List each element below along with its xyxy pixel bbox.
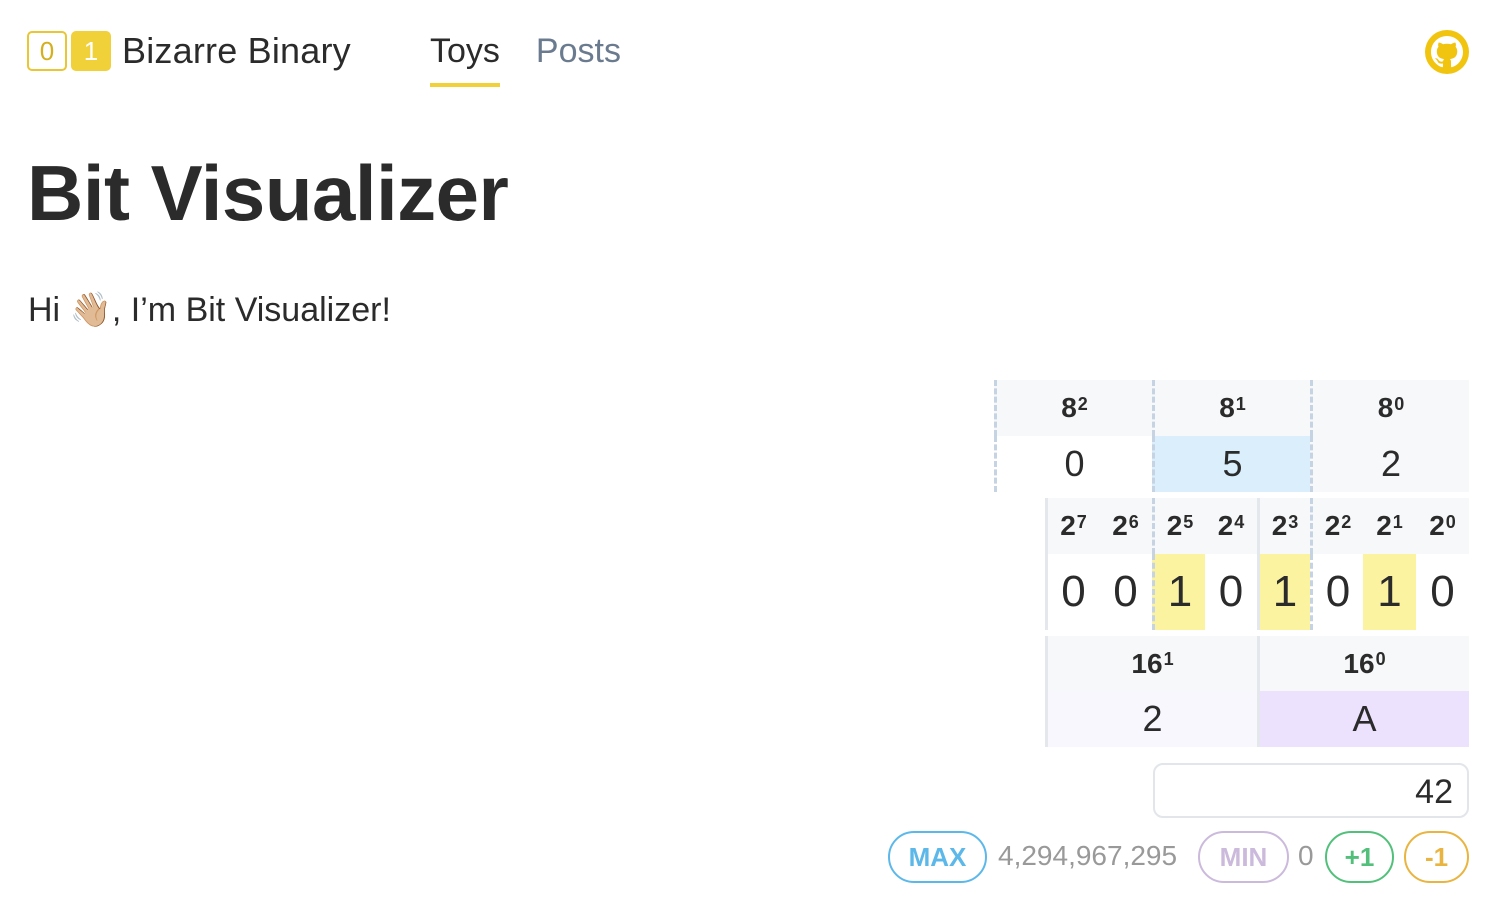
page-title: Bit Visualizer [27, 149, 509, 237]
min-button[interactable]: MIN [1198, 831, 1289, 883]
bit-cell-7[interactable]: 0 [1045, 554, 1099, 630]
main-nav: Toys Posts [430, 32, 657, 87]
bit-header-1: 21 [1363, 498, 1416, 554]
logo-bit-zero: 0 [27, 31, 67, 71]
bit-cell-4[interactable]: 0 [1205, 554, 1257, 630]
bit-header-base: 2 [1112, 510, 1128, 541]
bit-header-base: 2 [1271, 510, 1288, 541]
hex-header-exp: 0 [1375, 649, 1386, 669]
octal-digit-0: 2 [1310, 436, 1469, 492]
octal-header-0: 80 [1310, 380, 1469, 436]
github-link[interactable] [1425, 30, 1469, 74]
increment-button[interactable]: +1 [1325, 831, 1394, 883]
bit-cell-5[interactable]: 1 [1152, 554, 1205, 630]
bit-header-5: 25 [1152, 498, 1205, 554]
bit-header-2: 22 [1310, 498, 1363, 554]
nav-tab-toys[interactable]: Toys [430, 32, 500, 87]
hex-digit-1: 2 [1045, 691, 1257, 747]
octal-header-exp: 1 [1235, 393, 1246, 414]
brand-name: Bizarre Binary [122, 30, 351, 71]
number-input[interactable]: 42 [1153, 763, 1469, 818]
brand-logo[interactable]: 0 1 Bizarre Binary [27, 30, 351, 72]
nav-tab-posts[interactable]: Posts [536, 32, 621, 87]
hex-header-base: 16 [1343, 647, 1375, 679]
github-icon [1431, 36, 1463, 68]
bit-header-0: 20 [1416, 498, 1469, 554]
greeting-text: Hi 👋🏼, I’m Bit Visualizer! [28, 290, 391, 330]
bit-header-3: 23 [1257, 498, 1310, 554]
bit-header-base: 2 [1324, 510, 1341, 541]
bit-cell-6[interactable]: 0 [1099, 554, 1152, 630]
octal-header-base: 8 [1377, 392, 1394, 423]
bit-header-4: 24 [1205, 498, 1257, 554]
max-button[interactable]: MAX [888, 831, 987, 883]
hex-header-1: 16 1 [1045, 636, 1257, 691]
bit-header-exp: 0 [1445, 511, 1456, 532]
octal-header-exp: 2 [1077, 393, 1088, 414]
bit-header-exp: 3 [1288, 511, 1299, 532]
bit-cell-0[interactable]: 0 [1416, 554, 1469, 630]
octal-digit-2: 0 [994, 436, 1152, 492]
octal-header-exp: 0 [1394, 393, 1405, 414]
octal-header-1: 81 [1152, 380, 1310, 436]
hex-header-0: 16 0 [1257, 636, 1469, 691]
bit-header-exp: 1 [1392, 511, 1403, 532]
bit-header-exp: 6 [1128, 511, 1139, 532]
waving-hand-icon: 👋🏼 [69, 291, 112, 329]
hex-header-base: 16 [1131, 647, 1163, 679]
bit-cell-2[interactable]: 0 [1310, 554, 1363, 630]
bit-header-base: 2 [1376, 510, 1392, 541]
bit-header-exp: 2 [1341, 511, 1352, 532]
max-value: 4,294,967,295 [998, 840, 1178, 871]
bit-header-exp: 7 [1076, 511, 1087, 532]
bit-cell-3[interactable]: 1 [1257, 554, 1310, 630]
bit-header-7: 27 [1045, 498, 1099, 554]
bit-header-base: 2 [1166, 510, 1183, 541]
octal-header-base: 8 [1219, 392, 1235, 423]
octal-header-2: 82 [994, 380, 1152, 436]
hex-digit-0: A [1257, 691, 1469, 747]
decrement-button[interactable]: -1 [1404, 831, 1469, 883]
bit-cell-1[interactable]: 1 [1363, 554, 1416, 630]
bit-header-exp: 5 [1183, 511, 1194, 532]
min-value: 0 [1298, 840, 1314, 871]
octal-digit-1: 5 [1152, 436, 1310, 492]
bit-header-exp: 4 [1234, 511, 1245, 532]
greeting-suffix: , I’m Bit Visualizer! [111, 291, 391, 329]
bit-header-base: 2 [1060, 510, 1076, 541]
greeting-prefix: Hi [28, 291, 70, 329]
bit-header-base: 2 [1429, 510, 1445, 541]
hex-header-exp: 1 [1163, 649, 1174, 669]
logo-bit-one: 1 [71, 31, 111, 71]
bit-header-base: 2 [1217, 510, 1234, 541]
bit-header-6: 26 [1099, 498, 1152, 554]
octal-header-base: 8 [1061, 392, 1077, 423]
